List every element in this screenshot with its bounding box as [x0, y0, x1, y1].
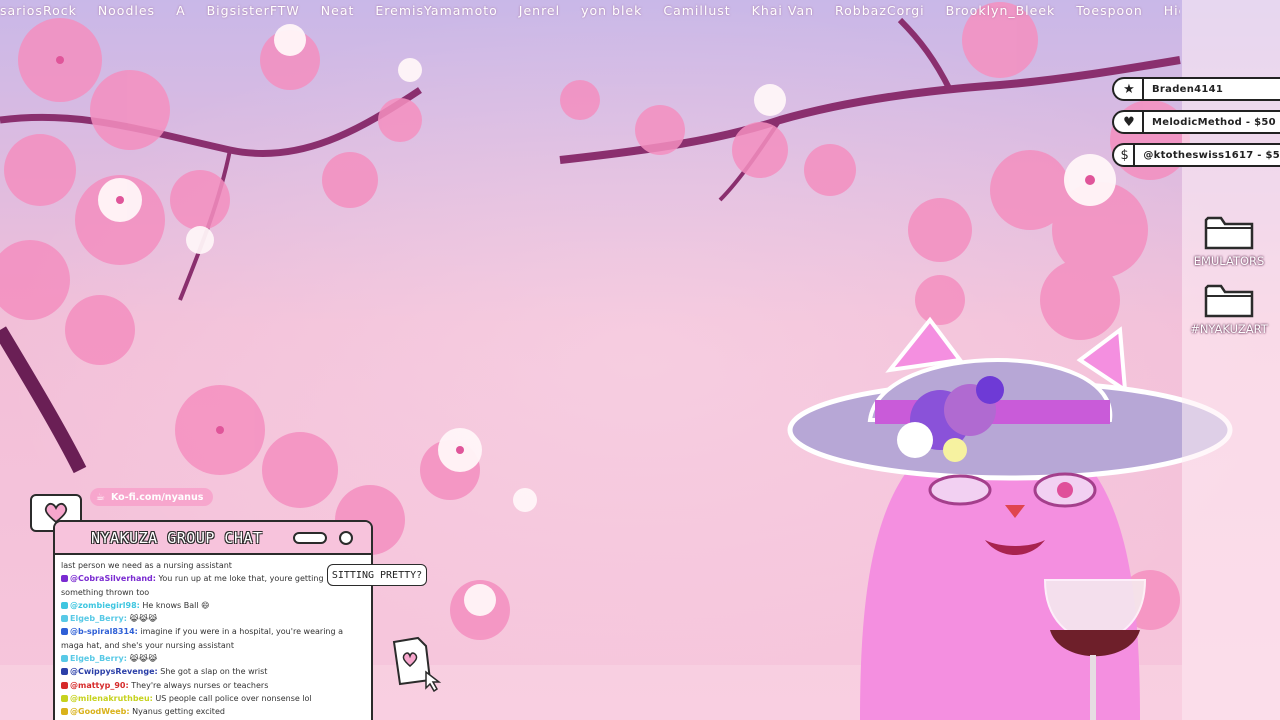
- marquee-name: Neat: [320, 3, 355, 18]
- chat-text: He knows Ball 😄: [139, 600, 210, 610]
- follower-name: Braden4141: [1152, 83, 1224, 95]
- folder-nyakuzart[interactable]: #NYAKUZART: [1188, 280, 1270, 336]
- chat-text: 😹😹😹: [126, 614, 158, 624]
- marquee-name: RobbazCorgi: [835, 3, 925, 18]
- chat-header: NYAKUZA GROUP CHAT: [55, 522, 371, 555]
- user-badge-icon: [61, 615, 68, 623]
- chat-message: Elgeb_Berry: 😹😹😹: [61, 612, 365, 625]
- marquee-name: BigsisterFTW: [206, 3, 300, 18]
- user-badge-icon: [61, 655, 68, 663]
- chat-message: @b-spiral8314: imagine if you were in a …: [61, 625, 365, 638]
- right-sidebar-panel: [1182, 0, 1280, 720]
- chat-username[interactable]: Elgeb_Berry:: [70, 614, 127, 623]
- chat-title: NYAKUZA GROUP CHAT: [91, 528, 263, 547]
- donation-text: @ktotheswiss1617 - $5: [1143, 149, 1280, 161]
- user-badge-icon: [61, 668, 68, 676]
- chat-text: last person we need as a nursing assista…: [61, 561, 232, 570]
- chat-message: @GoodWeeb: Nyanus getting excited: [61, 705, 365, 718]
- speech-bubble: SITTING PRETTY?: [327, 564, 427, 586]
- chat-message: maga hat, and she's your nursing assista…: [61, 639, 365, 652]
- marquee-name: Khai Van: [751, 3, 815, 18]
- user-badge-icon: [61, 708, 68, 716]
- chat-username[interactable]: @CobraSilverhand:: [70, 574, 156, 583]
- cursor-icon: [425, 670, 442, 692]
- chat-message: @mattyp_90: They're always nurses or tea…: [61, 679, 365, 692]
- marquee-name: EremisYamamoto: [375, 3, 498, 18]
- kofi-url: Ko-fi.com/nyanus: [110, 491, 204, 503]
- folder-icon: [1204, 216, 1254, 250]
- chat-message: last person we need as a nursing assista…: [61, 559, 365, 572]
- user-badge-icon: [61, 681, 68, 689]
- star-icon: ★: [1116, 79, 1144, 99]
- heart-icon: ♥: [1116, 112, 1144, 132]
- chat-text: something thrown too: [61, 587, 150, 597]
- marquee-name: Hidgey: [1163, 3, 1180, 18]
- chat-username[interactable]: Elgeb_Berry:: [70, 654, 127, 663]
- minimize-button[interactable]: [293, 532, 327, 544]
- chat-text: 😹😹😹: [126, 654, 158, 664]
- marquee-name: Toespoon: [1076, 3, 1143, 18]
- close-button[interactable]: [339, 531, 353, 545]
- marquee-name: A: [176, 3, 186, 18]
- chat-message: @zombiegirl98: He knows Ball 😄: [61, 599, 365, 612]
- chat-message: Elgeb_Berry: 😹😹😹: [61, 652, 365, 665]
- chat-message: @milenakruthbeu: US people call police o…: [61, 692, 365, 705]
- chat-message: @CwippysRevenge: She got a slap on the w…: [61, 665, 365, 678]
- marquee-name: Camillust: [663, 3, 731, 18]
- chat-username[interactable]: @CwippysRevenge:: [70, 667, 158, 676]
- coffee-cup-icon: ☕: [96, 491, 105, 503]
- chat-text: She got a slap on the wrist: [157, 667, 268, 677]
- folder-icon: [1204, 284, 1254, 318]
- user-badge-icon: [61, 601, 68, 609]
- chat-username[interactable]: @GoodWeeb:: [70, 707, 130, 716]
- recent-follower-card: ★ Braden4141: [1112, 77, 1280, 101]
- chat-username[interactable]: @b-spiral8314:: [70, 627, 138, 636]
- chat-message: @CobraSilverhand: You run up at me loke …: [61, 572, 365, 585]
- supporters-marquee: sariosRock Noodles A BigsisterFTW Neat E…: [0, 0, 1180, 22]
- chat-text: You run up at me loke that, youre gettin…: [155, 574, 324, 584]
- dollar-icon: $: [1116, 145, 1136, 165]
- marquee-name: sariosRock: [0, 3, 77, 18]
- marquee-name: yon blek: [581, 3, 643, 18]
- folder-label: #NYAKUZART: [1190, 322, 1268, 336]
- chat-username[interactable]: @milenakruthbeu:: [70, 694, 153, 703]
- donation-text: MelodicMethod - $50: [1152, 116, 1276, 128]
- chat-username[interactable]: @mattyp_90:: [70, 681, 129, 690]
- folder-label: EMULATORS: [1193, 254, 1265, 268]
- folder-emulators[interactable]: EMULATORS: [1188, 212, 1270, 268]
- chat-window: NYAKUZA GROUP CHAT last person we need a…: [53, 520, 373, 720]
- kofi-link[interactable]: ☕ Ko-fi.com/nyanus: [90, 488, 214, 506]
- chat-text: maga hat, and she's your nursing assista…: [61, 640, 234, 650]
- document-heart-icon[interactable]: [390, 636, 444, 692]
- user-badge-icon: [61, 628, 68, 636]
- chat-username[interactable]: @zombiegirl98:: [70, 601, 140, 610]
- marquee-name: Noodles: [97, 3, 156, 18]
- chat-text: imagine if you were in a hospital, you'r…: [137, 627, 344, 637]
- recent-donation-card: $ @ktotheswiss1617 - $5: [1112, 143, 1280, 167]
- chat-text: They're always nurses or teachers: [128, 680, 269, 690]
- chat-text: Nyanus getting excited: [129, 707, 225, 717]
- chat-text: US people call police over nonsense lol: [152, 693, 312, 703]
- user-badge-icon: [61, 694, 68, 702]
- chat-message: something thrown too: [61, 586, 365, 599]
- user-badge-icon: [61, 575, 68, 583]
- marquee-name: Jenrel: [518, 3, 561, 18]
- marquee-name: Brooklyn_Bleek: [945, 3, 1056, 18]
- top-donation-card: ♥ MelodicMethod - $50: [1112, 110, 1280, 134]
- chat-messages: last person we need as a nursing assista…: [55, 555, 371, 720]
